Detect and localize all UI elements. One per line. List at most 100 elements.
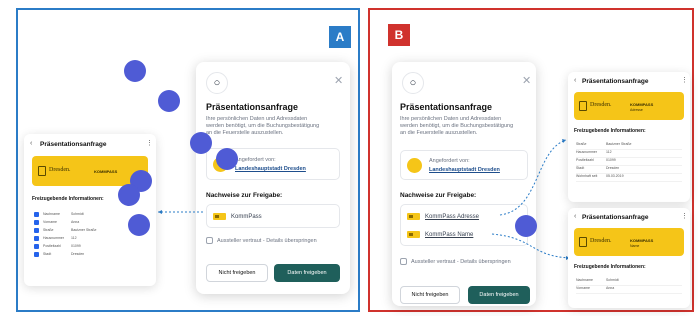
share-data-button[interactable]: Daten freigeben — [274, 264, 340, 282]
info-key: Straße — [43, 228, 54, 232]
decline-button[interactable]: Nicht freigeben — [400, 286, 460, 304]
info-value: Schmidt — [606, 278, 619, 282]
info-value: Anna — [71, 220, 80, 224]
desc-line: an die Feuerstelle auszustellen. — [400, 130, 478, 136]
checkbox-icon[interactable] — [34, 235, 39, 241]
info-row: Straße Bautzner Straße — [576, 142, 682, 150]
card-city: Dresden. — [590, 238, 612, 244]
phone-title: Präsentationsanfrage — [582, 214, 649, 221]
info-row: Wohnhaft seit 05.03.2019 — [576, 174, 682, 182]
dialog-title: Präsentationsanfrage — [400, 102, 493, 112]
proof-item[interactable]: KommPass — [213, 213, 262, 220]
requested-by-label: Angefordert von: — [235, 157, 276, 163]
shared-info-heading: Freizugebende Informationen: — [574, 264, 646, 270]
info-value: 112 — [71, 236, 77, 240]
share-data-button[interactable]: Daten freigeben — [468, 286, 530, 304]
proofs-section-title: Nachweise zur Freigabe: — [400, 192, 477, 199]
back-icon[interactable]: ‹ — [30, 140, 32, 147]
proof-item-name[interactable]: KommPass Name — [407, 231, 473, 238]
info-value: Bautzner Straße — [71, 228, 97, 232]
info-row: Postleitzahl 01099 — [576, 158, 682, 166]
close-icon[interactable]: ✕ — [522, 74, 531, 87]
close-icon[interactable]: ✕ — [334, 74, 343, 87]
highlight-dot — [190, 132, 212, 154]
shared-info-list: Straße Bautzner Straße Hausnummer 112 Postle… — [576, 142, 682, 182]
info-value: 01099 — [606, 158, 616, 162]
proof-item-address[interactable]: KommPass Adresse — [407, 213, 479, 220]
card-icon — [407, 213, 420, 220]
info-row[interactable]: Straße Bautzner Straße — [34, 226, 96, 234]
kommpass-name-card[interactable]: Dresden. KOMMPASS Name — [574, 228, 684, 256]
info-row[interactable]: Postleitzahl 01099 — [34, 242, 96, 250]
shield-icon: ○ — [206, 72, 228, 94]
checkbox-icon[interactable] — [34, 211, 39, 217]
info-key: Vorname — [43, 220, 58, 224]
shield-icon: ○ — [402, 72, 424, 94]
city-crest-icon — [579, 237, 587, 247]
info-value: Anna — [606, 286, 615, 290]
more-menu-icon[interactable]: ⋮ — [681, 212, 688, 220]
info-key: Nachname — [576, 278, 593, 282]
highlight-dot — [158, 90, 180, 112]
decline-button[interactable]: Nicht freigeben — [206, 264, 268, 282]
info-key: Straße — [576, 142, 587, 146]
requester-name-link[interactable]: Landeshauptstadt Dresden — [429, 167, 500, 173]
checkbox-icon[interactable] — [34, 251, 39, 257]
dialog-description: Ihre persönlichen Daten und Adressdaten … — [206, 116, 319, 137]
back-icon[interactable]: ‹ — [574, 213, 576, 220]
highlight-dot — [118, 184, 140, 206]
info-row: Vorname Anna — [576, 286, 682, 294]
proof-selection-box[interactable]: KommPass Adresse KommPass Name — [400, 204, 528, 246]
shared-info-heading: Freizugebende Informationen: — [574, 128, 646, 134]
checkbox-icon[interactable] — [206, 237, 213, 244]
checkbox-icon[interactable] — [34, 219, 39, 225]
wallet-phone-screen: ‹ Präsentationsanfrage ⋮ Dresden. KOMMPA… — [24, 134, 156, 286]
card-subtitle: Adresse — [630, 108, 643, 112]
info-row[interactable]: Stadt Dresden — [34, 250, 96, 258]
info-value: Schmidt — [71, 212, 84, 216]
info-row[interactable]: Hausnummer 112 — [34, 234, 96, 242]
more-menu-icon[interactable]: ⋮ — [681, 76, 688, 84]
back-icon[interactable]: ‹ — [574, 77, 576, 84]
checkbox-icon[interactable] — [34, 227, 39, 233]
info-row: Stadt Dresden — [576, 166, 682, 174]
kommpass-address-card[interactable]: Dresden. KOMMPASS Adresse — [574, 92, 684, 120]
wallet-phone-screen-name: ‹ Präsentationsanfrage ⋮ Dresden. KOMMPA… — [568, 208, 690, 308]
info-row: Hausnummer 112 — [576, 150, 682, 158]
panel-b-label: B — [388, 24, 410, 46]
info-value: 01099 — [71, 244, 81, 248]
card-subtitle: Name — [630, 244, 640, 248]
proof-selection-box[interactable]: KommPass — [206, 204, 340, 228]
info-key: Stadt — [43, 252, 52, 256]
card-city: Dresden. — [590, 102, 612, 108]
requester-name-link[interactable]: Landeshauptstadt Dresden — [235, 166, 306, 172]
more-menu-icon[interactable]: ⋮ — [146, 139, 153, 147]
shared-info-heading: Freizugebende Informationen: — [32, 196, 104, 202]
card-product: KOMMPASS — [630, 102, 654, 107]
checkbox-icon[interactable] — [34, 243, 39, 249]
card-icon — [407, 231, 420, 238]
trust-issuer-checkbox[interactable]: Aussteller vertraut - Details überspring… — [400, 258, 511, 265]
presentation-request-dialog: ○ ✕ Präsentationsanfrage Ihre persönlich… — [196, 62, 350, 294]
info-row[interactable]: Vorname Anna — [34, 218, 96, 226]
info-value: Bautzner Straße — [606, 142, 632, 146]
info-value: 05.03.2019 — [606, 174, 624, 178]
info-key: Hausnummer — [43, 236, 65, 240]
checkbox-icon[interactable] — [400, 258, 407, 265]
card-city: Dresden. — [49, 167, 71, 173]
highlight-dot — [124, 60, 146, 82]
shared-info-list: Nachname Schmidt Vorname Anna — [576, 278, 682, 294]
dialog-description: Ihre persönlichen Daten und Adressdaten … — [400, 116, 513, 137]
wallet-phone-screen-address: ‹ Präsentationsanfrage ⋮ Dresden. KOMMPA… — [568, 72, 690, 202]
desc-line: werden benötigt, um die Buchungsbestätig… — [400, 123, 514, 129]
trust-issuer-checkbox[interactable]: Aussteller vertraut - Details überspring… — [206, 237, 317, 244]
info-key: Hausnummer — [576, 150, 598, 154]
city-crest-icon — [579, 101, 587, 111]
desc-line: werden benötigt, um die Buchungsbestätig… — [206, 123, 320, 129]
card-product: KOMMPASS — [94, 169, 118, 174]
checkbox-label: Aussteller vertraut - Details überspring… — [217, 237, 317, 244]
info-row[interactable]: Nachname Schmidt — [34, 210, 96, 218]
panel-b: B ○ ✕ Präsentationsanfrage Ihre persönli… — [368, 8, 694, 312]
proof-label: KommPass Adresse — [425, 213, 480, 220]
requester-logo — [407, 158, 422, 173]
